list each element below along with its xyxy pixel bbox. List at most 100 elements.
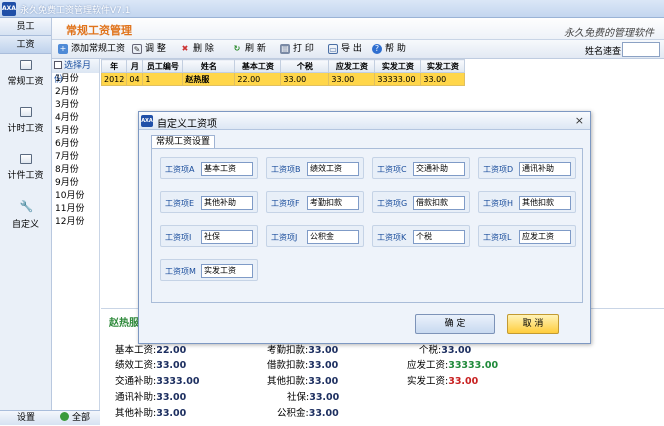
- detail-value: 22.00: [156, 345, 187, 356]
- table-cell: 1: [142, 72, 184, 86]
- detail-key: 交通补助:: [115, 376, 157, 387]
- salary-field: 工资项G 借款扣款: [372, 191, 470, 213]
- all-months-button[interactable]: 全部: [52, 410, 100, 425]
- column-header[interactable]: 姓名: [182, 59, 236, 73]
- refresh-button[interactable]: ↻ 刷 新: [232, 42, 266, 57]
- table-icon: [19, 60, 32, 70]
- confirm-button[interactable]: 确 定: [415, 314, 495, 334]
- column-header[interactable]: 基本工资: [234, 59, 282, 73]
- field-input[interactable]: 交通补助: [413, 162, 465, 176]
- field-input[interactable]: 考勤扣款: [307, 196, 359, 210]
- month-item[interactable]: 4月份: [52, 112, 99, 125]
- detail-value: 33.00: [308, 376, 339, 387]
- column-header[interactable]: 实发工资: [374, 59, 422, 73]
- field-input[interactable]: 公积金: [307, 230, 359, 244]
- button-label: 调 整: [145, 44, 166, 54]
- column-header[interactable]: 个税: [280, 59, 330, 73]
- detail-key: 借款扣款:: [267, 360, 309, 371]
- field-input[interactable]: 借款扣款: [413, 196, 465, 210]
- delete-button[interactable]: ✖ 删 除: [180, 42, 214, 57]
- field-input[interactable]: 通讯补助: [519, 162, 571, 176]
- table-cell: 赵热服: [182, 72, 236, 86]
- field-label: 工资项F: [271, 199, 300, 208]
- month-item[interactable]: 1月份: [52, 73, 99, 86]
- detail-item: 基本工资:22.00: [115, 342, 186, 356]
- detail-item: 其他扣款:33.00: [267, 373, 338, 387]
- column-header[interactable]: 应发工资: [328, 59, 376, 73]
- column-header[interactable]: 月: [126, 59, 144, 73]
- search-label: 姓名速查:: [584, 47, 624, 57]
- export-icon: ▭: [328, 44, 338, 54]
- salary-field: 工资项L 应发工资: [478, 225, 576, 247]
- select-month-header[interactable]: 选择月份: [52, 59, 99, 85]
- detail-value: 33.00: [441, 345, 472, 356]
- column-header[interactable]: 年: [100, 59, 128, 73]
- detail-value: 33.00: [448, 376, 479, 387]
- month-item[interactable]: 8月份: [52, 164, 99, 177]
- button-label: 删 除: [193, 44, 214, 54]
- print-button[interactable]: ▤ 打 印: [280, 42, 314, 57]
- nav-item-label: 常规工资: [7, 77, 44, 87]
- close-icon[interactable]: ×: [575, 114, 584, 127]
- field-input[interactable]: 基本工资: [201, 162, 253, 176]
- detail-value: 33333.00: [448, 360, 499, 371]
- table-cell: 33333.00: [374, 72, 422, 86]
- month-list: 选择月份 1月份 2月份 3月份 4月份 5月份 6月份 7月份 8月份 9月份…: [52, 59, 100, 410]
- month-item[interactable]: 12月份: [52, 216, 99, 229]
- detail-key: 其他扣款:: [267, 376, 309, 387]
- detail-key: 实发工资:: [407, 376, 449, 387]
- field-input[interactable]: 实发工资: [201, 264, 253, 278]
- nav-item-custom[interactable]: 🔧 自定义: [0, 195, 51, 242]
- nav-item-regular-salary[interactable]: 常规工资: [0, 54, 51, 101]
- detail-employee-name: 赵热服: [109, 318, 139, 329]
- cancel-button[interactable]: 取 消: [507, 314, 559, 334]
- detail-key: 公积金:: [277, 408, 309, 419]
- field-input[interactable]: 社保: [201, 230, 253, 244]
- printer-icon: ▤: [280, 44, 290, 54]
- tab-regular-salary-settings[interactable]: 常规工资设置: [151, 135, 216, 148]
- salary-field: 工资项H 其他扣款: [478, 191, 576, 213]
- field-input[interactable]: 应发工资: [519, 230, 571, 244]
- field-label: 工资项G: [377, 199, 408, 208]
- nav-tab-employee[interactable]: 员工: [0, 18, 51, 36]
- month-item[interactable]: 9月份: [52, 177, 99, 190]
- field-input[interactable]: 绩效工资: [307, 162, 359, 176]
- column-header[interactable]: 员工编号: [142, 59, 184, 73]
- month-item[interactable]: 7月份: [52, 151, 99, 164]
- table-icon: [19, 107, 32, 117]
- table-row[interactable]: 2012 04 1 赵热服 22.00 33.00 33.00 33333.00…: [100, 72, 466, 86]
- detail-value: 33.00: [308, 408, 339, 419]
- month-item[interactable]: 11月份: [52, 203, 99, 216]
- table-cell: 2012: [100, 72, 128, 86]
- dialog-title-bar[interactable]: AXA 自定义工资项 ×: [139, 112, 590, 130]
- add-regular-salary-button[interactable]: + 添加常规工资: [58, 42, 125, 57]
- nav-settings-button[interactable]: 设置: [0, 410, 52, 425]
- field-input[interactable]: 其他扣款: [519, 196, 571, 210]
- detail-key: 社保:: [287, 392, 310, 403]
- adjust-button[interactable]: ✎ 调 整: [132, 42, 166, 57]
- field-input[interactable]: 其他补助: [201, 196, 253, 210]
- month-item[interactable]: 6月份: [52, 138, 99, 151]
- nav-tab-salary[interactable]: 工资: [0, 36, 51, 54]
- month-item[interactable]: 2月份: [52, 86, 99, 99]
- field-input[interactable]: 个税: [413, 230, 465, 244]
- month-item[interactable]: 10月份: [52, 190, 99, 203]
- month-item[interactable]: 3月份: [52, 99, 99, 112]
- detail-panel: 基本工资:22.00 考勤扣款:33.00 个税:33.00 绩效工资:33.0…: [101, 330, 664, 425]
- field-label: 工资项B: [271, 165, 301, 174]
- nav-item-piece-salary[interactable]: 计件工资: [0, 148, 51, 195]
- column-header[interactable]: 实发工资: [420, 59, 466, 73]
- nav-item-hourly-salary[interactable]: 计时工资: [0, 101, 51, 148]
- toolbar: + 添加常规工资 ✎ 调 整 ✖ 删 除 ↻ 刷 新 ▤ 打 印 ▭ 导 出 ? 帮 助 姓名…: [52, 40, 664, 59]
- detail-key: 考勤扣款:: [267, 345, 309, 356]
- button-label: 打 印: [293, 44, 314, 54]
- detail-item: 考勤扣款:33.00: [267, 342, 338, 356]
- name-search-input[interactable]: [622, 42, 660, 57]
- button-label: 刷 新: [245, 44, 266, 54]
- detail-value: 33.00: [309, 392, 340, 403]
- dialog-logo-icon: AXA: [141, 115, 153, 127]
- table-cell: 33.00: [328, 72, 376, 86]
- month-item[interactable]: 5月份: [52, 125, 99, 138]
- help-button[interactable]: ? 帮 助: [372, 42, 406, 57]
- export-button[interactable]: ▭ 导 出: [328, 42, 362, 57]
